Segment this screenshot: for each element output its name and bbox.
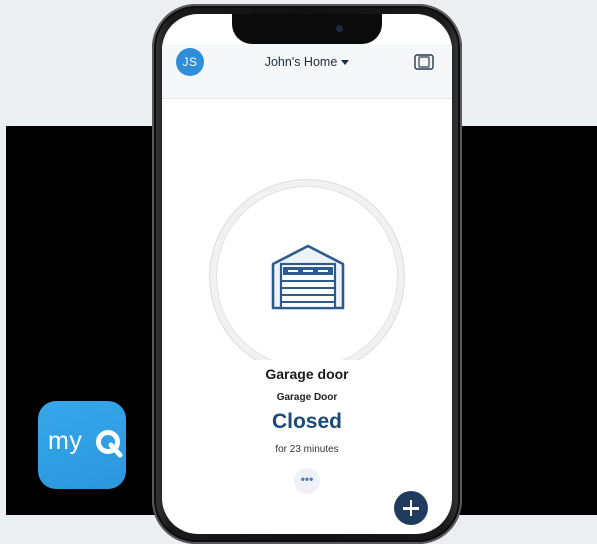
- myq-app-logo: my: [38, 401, 126, 489]
- caret-down-icon: [341, 59, 350, 65]
- plus-icon-stem: [409, 500, 413, 516]
- garage-door-icon: [271, 244, 345, 310]
- logo-q-icon: [96, 430, 123, 458]
- phone-screen: JS John's Home Garage door Garage Door C…: [162, 14, 452, 534]
- more-options-button[interactable]: •••: [294, 468, 320, 494]
- garage-door-control[interactable]: [209, 179, 405, 375]
- logo-text-my: my: [48, 427, 83, 455]
- phone-notch: [232, 14, 382, 44]
- top-bar: JS John's Home: [162, 44, 452, 99]
- add-device-button[interactable]: [394, 491, 428, 525]
- status-duration: for 23 minutes: [275, 444, 339, 455]
- device-switch-icon[interactable]: [414, 54, 434, 70]
- camera-icon: [336, 25, 343, 32]
- home-name: John's Home: [264, 55, 338, 69]
- garage-door-control-inner: [216, 186, 398, 368]
- door-status: Closed: [271, 410, 342, 433]
- device-name: Garage door: [265, 366, 349, 382]
- avatar[interactable]: JS: [176, 48, 204, 76]
- device-type: Garage Door: [276, 392, 338, 403]
- home-selector[interactable]: John's Home: [252, 52, 362, 72]
